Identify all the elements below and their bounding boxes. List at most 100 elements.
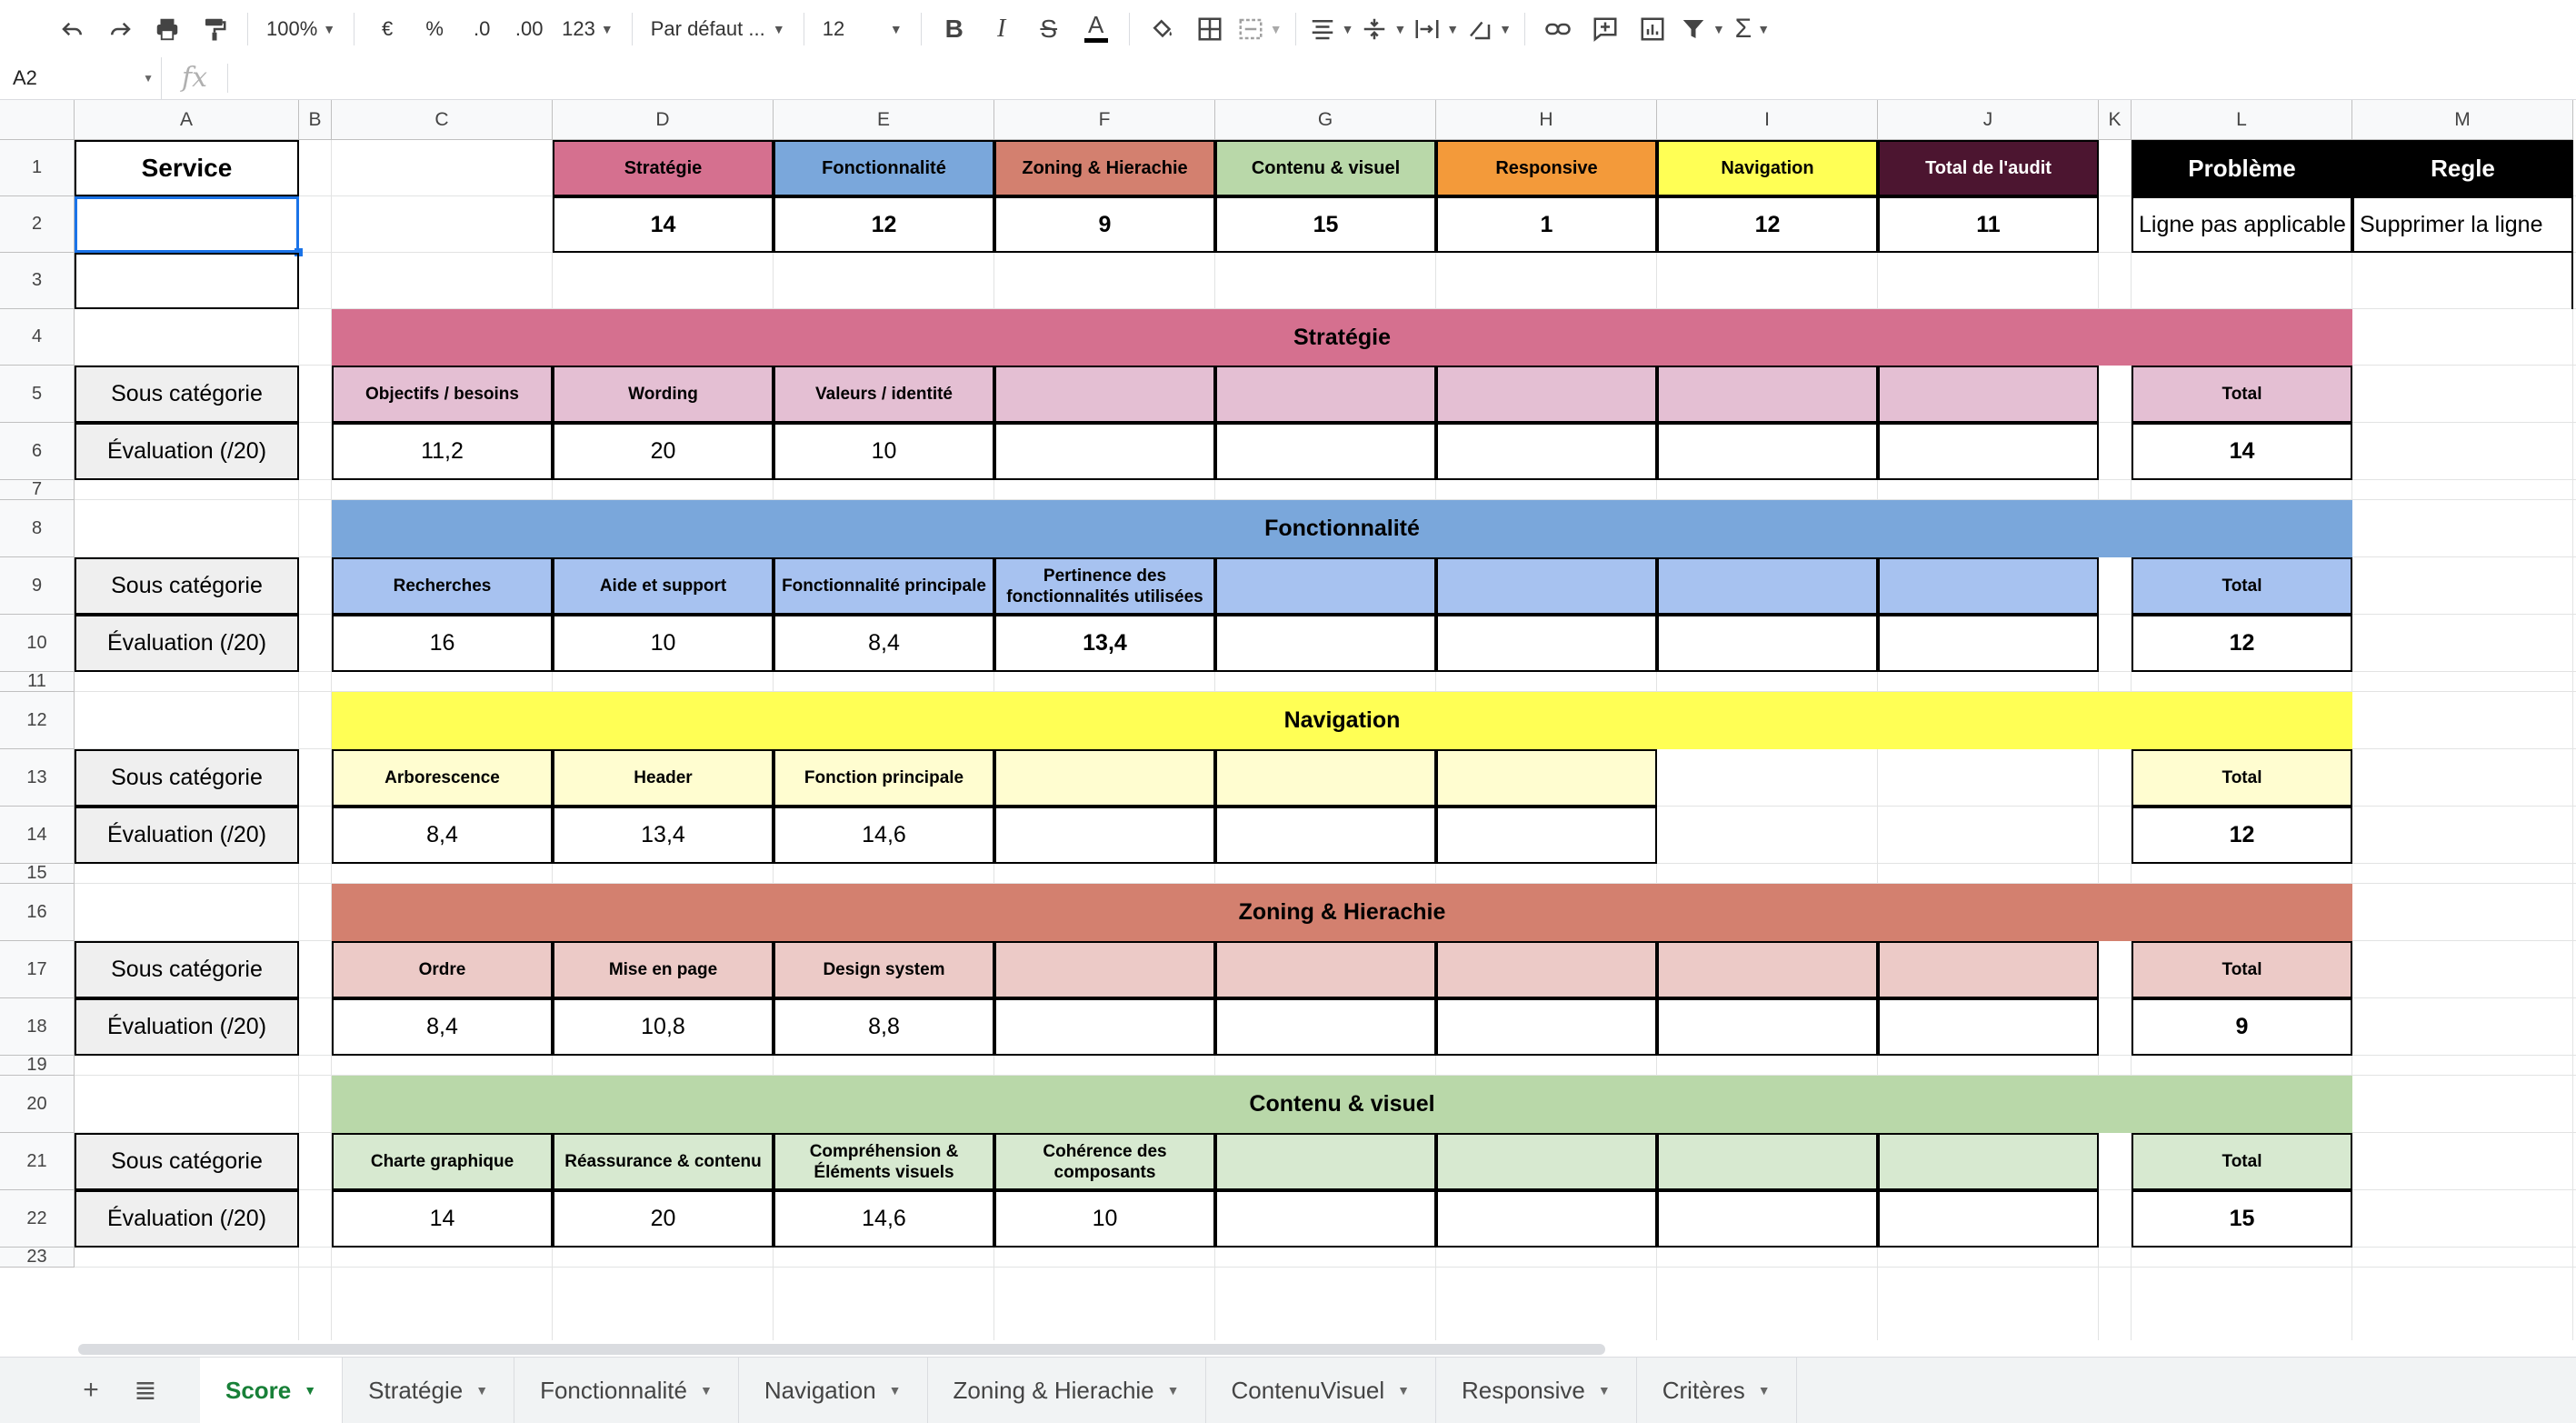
subcategory-cell[interactable]: Wording — [553, 366, 774, 423]
category-header[interactable]: Fonctionnalité — [774, 140, 994, 196]
probleme-value[interactable]: Ligne pas applicable — [2132, 196, 2352, 253]
strikethrough-icon[interactable]: S — [1029, 9, 1069, 49]
category-score[interactable]: 15 — [1215, 196, 1436, 253]
regle-header[interactable]: Regle — [2352, 140, 2573, 196]
evaluation-cell[interactable] — [1657, 615, 1878, 672]
filter-icon[interactable]: ▼ — [1680, 9, 1725, 49]
evaluation-cell[interactable] — [1657, 423, 1878, 480]
insert-comment-icon[interactable] — [1585, 9, 1625, 49]
category-score[interactable]: 1 — [1436, 196, 1657, 253]
subcategory-cell[interactable]: Recherches — [332, 557, 553, 615]
row-header-4[interactable]: 4 — [0, 309, 75, 366]
total-value[interactable]: 14 — [2132, 423, 2352, 480]
subcategory-cell[interactable] — [1878, 1133, 2099, 1190]
subcategory-cell[interactable] — [1436, 1133, 1657, 1190]
increase-decimal-button[interactable]: .00 — [509, 9, 549, 49]
category-header[interactable]: Zoning & Hierachie — [994, 140, 1215, 196]
evaluation-cell[interactable]: 13,4 — [994, 615, 1215, 672]
evaluation-cell[interactable]: 13,4 — [553, 807, 774, 864]
evaluation-cell[interactable] — [1215, 423, 1436, 480]
paint-format-icon[interactable] — [195, 9, 235, 49]
row-header-5[interactable]: 5 — [0, 366, 75, 423]
category-header[interactable]: Contenu & visuel — [1215, 140, 1436, 196]
row-header-19[interactable]: 19 — [0, 1055, 75, 1076]
evaluation-cell[interactable]: 10,8 — [553, 998, 774, 1056]
row-header-1[interactable]: 1 — [0, 140, 75, 196]
subcategory-cell[interactable] — [1215, 749, 1436, 807]
subcategory-cell[interactable]: Cohérence des composants — [994, 1133, 1215, 1190]
evaluation-cell[interactable] — [1436, 1190, 1657, 1248]
column-header-H[interactable]: H — [1436, 100, 1657, 140]
evaluation-cell[interactable]: 8,4 — [774, 615, 994, 672]
evaluation-cell[interactable] — [1878, 615, 2099, 672]
evaluation-cell[interactable]: 10 — [553, 615, 774, 672]
total-value[interactable]: 12 — [2132, 615, 2352, 672]
row-header-16[interactable]: 16 — [0, 884, 75, 941]
subcategory-cell[interactable]: Design system — [774, 941, 994, 998]
evaluation-cell[interactable]: 16 — [332, 615, 553, 672]
subcategory-cell[interactable] — [1215, 366, 1436, 423]
subcategory-cell[interactable] — [1657, 941, 1878, 998]
column-header-M[interactable]: M — [2352, 100, 2573, 140]
row-header-10[interactable]: 10 — [0, 615, 75, 672]
category-header[interactable]: Stratégie — [553, 140, 774, 196]
subcategory-cell[interactable] — [1436, 557, 1657, 615]
row-header-17[interactable]: 17 — [0, 941, 75, 998]
subcategory-cell[interactable]: Arborescence — [332, 749, 553, 807]
italic-icon[interactable]: I — [982, 9, 1022, 49]
select-all-corner[interactable] — [0, 100, 75, 140]
decrease-decimal-button[interactable]: .0 — [462, 9, 502, 49]
regle-value[interactable]: Supprimer la ligne — [2352, 196, 2573, 253]
sheet-tab[interactable]: Stratégie ▼ — [343, 1358, 515, 1423]
category-header[interactable]: Total de l'audit — [1878, 140, 2099, 196]
subcategory-cell[interactable] — [994, 749, 1215, 807]
total-value[interactable]: 15 — [2132, 1190, 2352, 1248]
column-header-F[interactable]: F — [994, 100, 1215, 140]
category-header[interactable]: Navigation — [1657, 140, 1878, 196]
subcategory-cell[interactable]: Fonctionnalité principale — [774, 557, 994, 615]
service-cell[interactable] — [75, 253, 299, 309]
sheet-tab[interactable]: Score ▼ — [200, 1358, 344, 1423]
chevron-down-icon[interactable]: ▼ — [1598, 1383, 1611, 1398]
chevron-down-icon[interactable]: ▼ — [1758, 1383, 1771, 1398]
sheet-tab[interactable]: Responsive ▼ — [1436, 1358, 1637, 1423]
subcategory-cell[interactable]: Ordre — [332, 941, 553, 998]
chevron-down-icon[interactable]: ▼ — [1397, 1383, 1410, 1398]
font-size-select[interactable]: 12 ▼ — [817, 9, 908, 49]
currency-format-button[interactable]: € — [367, 9, 407, 49]
add-sheet-icon[interactable]: + — [64, 1358, 118, 1423]
subcategory-cell[interactable]: Objectifs / besoins — [332, 366, 553, 423]
column-header-C[interactable]: C — [332, 100, 553, 140]
subcategory-cell[interactable]: Fonction principale — [774, 749, 994, 807]
evaluation-cell[interactable] — [1215, 807, 1436, 864]
evaluation-cell[interactable] — [1436, 423, 1657, 480]
evaluation-cell[interactable] — [1878, 1190, 2099, 1248]
chevron-down-icon[interactable]: ▼ — [304, 1383, 316, 1398]
subcategory-cell[interactable] — [1878, 941, 2099, 998]
evaluation-cell[interactable]: 8,4 — [332, 998, 553, 1056]
column-header-E[interactable]: E — [774, 100, 994, 140]
category-score[interactable]: 9 — [994, 196, 1215, 253]
row-header-14[interactable]: 14 — [0, 807, 75, 864]
service-header[interactable]: Service — [75, 140, 299, 196]
formula-input[interactable] — [228, 57, 2576, 99]
category-score[interactable]: 12 — [774, 196, 994, 253]
evaluation-cell[interactable] — [994, 807, 1215, 864]
percent-format-button[interactable]: % — [414, 9, 454, 49]
row-header-21[interactable]: 21 — [0, 1133, 75, 1190]
subcategory-cell[interactable] — [1657, 1133, 1878, 1190]
subcategory-cell[interactable] — [1657, 366, 1878, 423]
evaluation-cell[interactable] — [1215, 998, 1436, 1056]
evaluation-cell[interactable]: 14,6 — [774, 807, 994, 864]
horizontal-align-icon[interactable]: ▼ — [1309, 9, 1353, 49]
row-header-18[interactable]: 18 — [0, 998, 75, 1056]
row-header-9[interactable]: 9 — [0, 557, 75, 615]
column-header-A[interactable]: A — [75, 100, 299, 140]
chevron-down-icon[interactable]: ▼ — [700, 1383, 713, 1398]
subcategory-cell[interactable]: Compréhension & Éléments visuels — [774, 1133, 994, 1190]
subcategory-cell[interactable]: Réassurance & contenu — [553, 1133, 774, 1190]
insert-chart-icon[interactable] — [1632, 9, 1672, 49]
subcategory-cell[interactable] — [1436, 366, 1657, 423]
sheet-tab[interactable]: Navigation ▼ — [739, 1358, 928, 1423]
row-header-15[interactable]: 15 — [0, 863, 75, 884]
